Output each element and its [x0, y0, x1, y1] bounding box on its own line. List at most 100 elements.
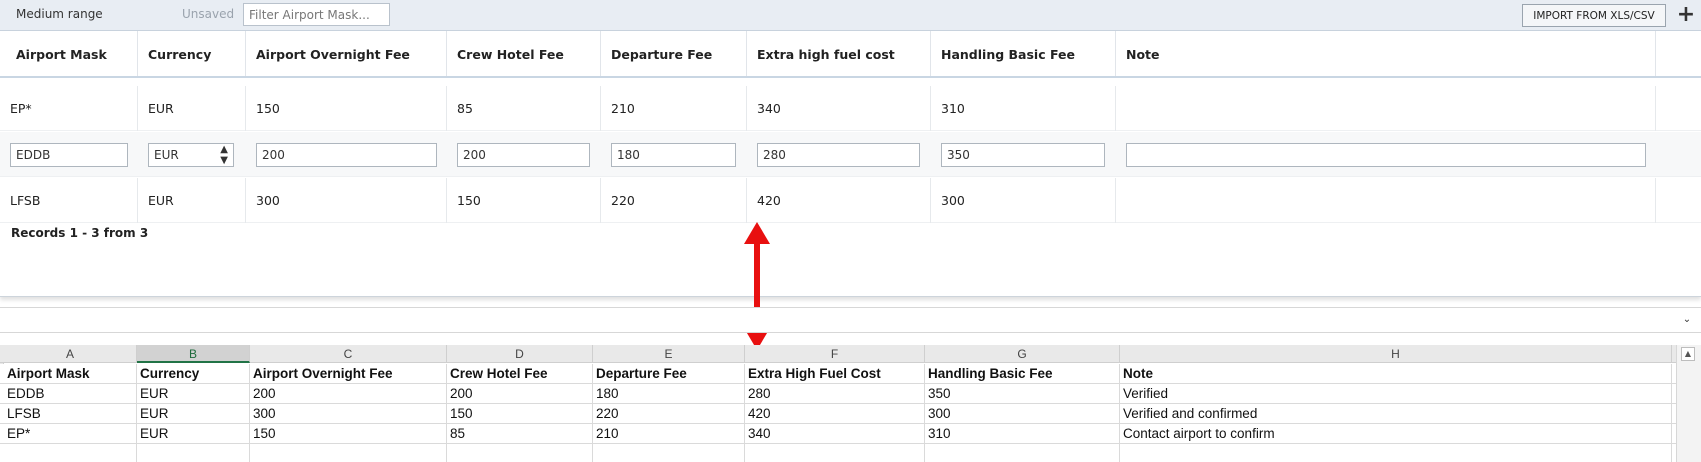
cell-airport-overnight-fee[interactable]: 300: [246, 178, 447, 223]
grid-row[interactable]: EP* EUR 150 85 210 340 310: [0, 86, 1701, 131]
column-letter-b[interactable]: B: [137, 345, 250, 363]
chevron-down-icon[interactable]: ⌄: [1679, 312, 1695, 328]
records-count: Records 1 - 3 from 3: [11, 226, 149, 240]
arrow-head-up: [744, 222, 770, 244]
sheet-cell[interactable]: Departure Fee: [593, 364, 745, 384]
sheet-cell[interactable]: Extra High Fuel Cost: [745, 364, 925, 384]
edit-extra-high-fuel-cost-input[interactable]: [757, 143, 920, 167]
cell-crew-hotel-fee[interactable]: 85: [447, 86, 601, 131]
col-header-airport-mask[interactable]: Airport Mask: [6, 31, 138, 76]
col-header-airport-overnight-fee[interactable]: Airport Overnight Fee: [246, 31, 447, 76]
sheet-cell[interactable]: 420: [745, 404, 925, 424]
col-header-handling-basic-fee[interactable]: Handling Basic Fee: [931, 31, 1116, 76]
sheet-cell[interactable]: Currency: [137, 364, 250, 384]
sheet-cell[interactable]: [925, 444, 1120, 462]
col-header-currency[interactable]: Currency: [138, 31, 246, 76]
cell-airport-mask[interactable]: EP*: [0, 86, 138, 131]
column-letter-e[interactable]: E: [593, 345, 745, 363]
fees-grid: Airport Mask Currency Airport Overnight …: [0, 31, 1701, 297]
sheet-cell[interactable]: 150: [250, 424, 447, 444]
sheet-cell[interactable]: [250, 444, 447, 462]
sheet-cell[interactable]: EDDB: [4, 384, 137, 404]
cell-departure-fee[interactable]: 210: [601, 86, 747, 131]
sheet-cell[interactable]: EUR: [137, 404, 250, 424]
col-header-departure-fee[interactable]: Departure Fee: [601, 31, 747, 76]
edit-handling-basic-fee-input[interactable]: [941, 143, 1105, 167]
col-header-crew-hotel-fee[interactable]: Crew Hotel Fee: [447, 31, 601, 76]
sheet-cell[interactable]: EUR: [137, 384, 250, 404]
edit-airport-overnight-fee-input[interactable]: [256, 143, 437, 167]
sheet-cell[interactable]: [447, 444, 593, 462]
sheet-cell[interactable]: [4, 444, 137, 462]
sheet-cell[interactable]: 150: [447, 404, 593, 424]
sheet-cell[interactable]: 210: [593, 424, 745, 444]
sheet-cell[interactable]: 300: [925, 404, 1120, 424]
sheet-row-empty: [0, 444, 1676, 462]
sheet-cell[interactable]: Airport Mask: [4, 364, 137, 384]
airport-mask-filter-input[interactable]: [243, 3, 390, 26]
sheet-cell[interactable]: [137, 444, 250, 462]
sheet-cell[interactable]: [593, 444, 745, 462]
sheet-cell[interactable]: Handling Basic Fee: [925, 364, 1120, 384]
formula-bar[interactable]: ⌄: [0, 307, 1701, 333]
sheet-cell[interactable]: 85: [447, 424, 593, 444]
cell-airport-mask[interactable]: LFSB: [0, 178, 138, 223]
edit-departure-fee-input[interactable]: [611, 143, 736, 167]
sheet-cell[interactable]: Note: [1120, 364, 1672, 384]
add-row-icon[interactable]: +: [1674, 2, 1698, 28]
sheet-cell[interactable]: 200: [250, 384, 447, 404]
column-letter-a[interactable]: A: [4, 345, 137, 363]
sheet-cell[interactable]: 280: [745, 384, 925, 404]
sheet-cell[interactable]: EUR: [137, 424, 250, 444]
sheet-vertical-scrollbar[interactable]: ▲: [1676, 345, 1701, 462]
edit-note-input[interactable]: [1126, 143, 1646, 167]
sheet-cell[interactable]: 340: [745, 424, 925, 444]
cell-handling-basic-fee[interactable]: 310: [931, 86, 1116, 131]
column-letter-g[interactable]: G: [925, 345, 1120, 363]
sheet-cell[interactable]: 310: [925, 424, 1120, 444]
sheet-cell[interactable]: EP*: [4, 424, 137, 444]
cell-departure-fee[interactable]: 220: [601, 178, 747, 223]
cell-handling-basic-fee[interactable]: 300: [931, 178, 1116, 223]
edit-crew-hotel-fee-input[interactable]: [457, 143, 590, 167]
price-list-title: Medium range: [16, 7, 103, 21]
sheet-row: EDDB EUR 200 200 180 280 350 Verified: [0, 384, 1676, 404]
scroll-up-icon[interactable]: ▲: [1681, 347, 1695, 361]
grid-row-editing[interactable]: EUR ▲▼: [0, 132, 1701, 177]
grid-row[interactable]: LFSB EUR 300 150 220 420 300: [0, 178, 1701, 223]
cell-extra-high-fuel-cost[interactable]: 420: [747, 178, 931, 223]
cell-currency[interactable]: EUR: [138, 86, 246, 131]
cell-crew-hotel-fee[interactable]: 150: [447, 178, 601, 223]
sheet-cell[interactable]: 180: [593, 384, 745, 404]
col-header-note[interactable]: Note: [1116, 31, 1656, 76]
sheet-cell[interactable]: Verified and confirmed: [1120, 404, 1672, 424]
sheet-cell[interactable]: 220: [593, 404, 745, 424]
col-header-extra-high-fuel-cost[interactable]: Extra high fuel cost: [747, 31, 931, 76]
sheet-cell[interactable]: 300: [250, 404, 447, 424]
sheet-cell[interactable]: Crew Hotel Fee: [447, 364, 593, 384]
sheet-cell[interactable]: [1120, 444, 1672, 462]
sheet-cell[interactable]: Airport Overnight Fee: [250, 364, 447, 384]
sheet-cell[interactable]: 350: [925, 384, 1120, 404]
column-letter-f[interactable]: F: [745, 345, 925, 363]
column-letter-h[interactable]: H: [1120, 345, 1672, 363]
column-letter-c[interactable]: C: [250, 345, 447, 363]
sheet-cell[interactable]: 200: [447, 384, 593, 404]
cell-note[interactable]: [1116, 86, 1656, 131]
sheet-cell[interactable]: LFSB: [4, 404, 137, 424]
import-xls-csv-button[interactable]: IMPORT FROM XLS/CSV: [1522, 4, 1666, 27]
cell-note[interactable]: [1116, 178, 1656, 223]
edit-airport-mask-input[interactable]: [10, 143, 128, 167]
sheet-column-headers: A B C D E F G H: [0, 345, 1676, 363]
edit-currency-select[interactable]: EUR ▲ ▼: [148, 143, 234, 167]
column-letter-d[interactable]: D: [447, 345, 593, 363]
cell-currency[interactable]: EUR: [138, 178, 246, 223]
cell-airport-overnight-fee[interactable]: 150: [246, 86, 447, 131]
cell-extra-high-fuel-cost[interactable]: 340: [747, 86, 931, 131]
sheet-row: LFSB EUR 300 150 220 420 300 Verified an…: [0, 404, 1676, 424]
sheet-cell[interactable]: Contact airport to confirm: [1120, 424, 1672, 444]
sheet-row: EP* EUR 150 85 210 340 310 Contact airpo…: [0, 424, 1676, 444]
sheet-cell[interactable]: [745, 444, 925, 462]
currency-select-value: EUR: [154, 148, 179, 162]
sheet-cell[interactable]: Verified: [1120, 384, 1672, 404]
